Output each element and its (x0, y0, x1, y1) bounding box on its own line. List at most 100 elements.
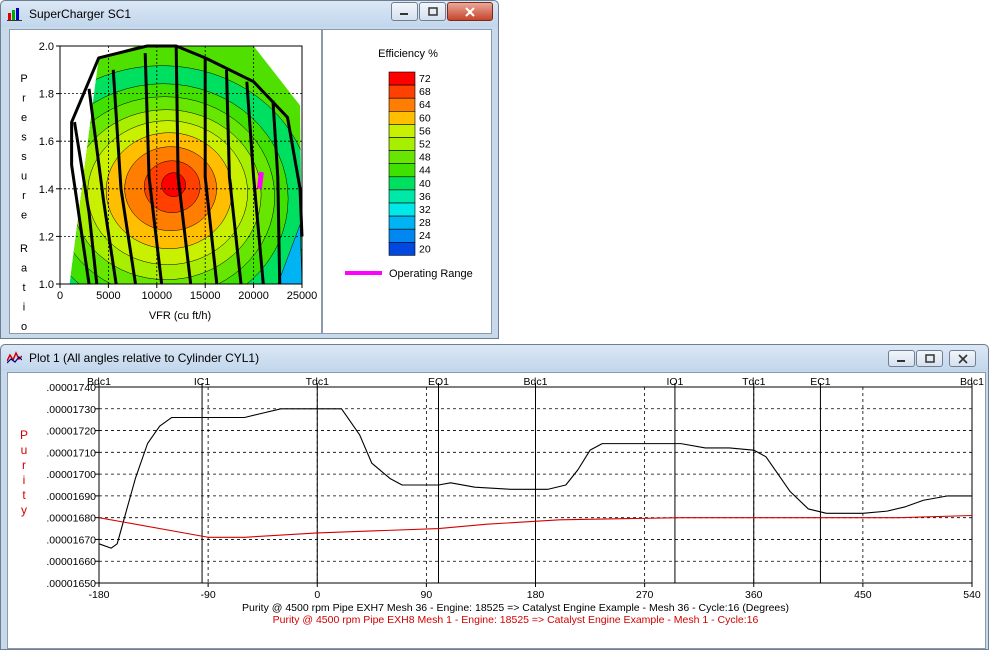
legend-label-24: 24 (419, 230, 431, 242)
event-label: Bdc1 (524, 376, 548, 388)
y-axis-label-letter: P (20, 73, 27, 85)
legend-title: Efficiency % (378, 48, 438, 60)
legend-label-40: 40 (419, 178, 431, 190)
series-legend-2: Purity @ 4500 rpm Pipe EXH8 Mesh 1 - Eng… (273, 614, 759, 626)
event-label: IC1 (194, 376, 211, 388)
x-tick-label: 180 (527, 589, 545, 601)
event-label: Tdc1 (742, 376, 766, 388)
restore-button[interactable] (419, 2, 446, 21)
restore-icon (427, 7, 438, 16)
legend-label-32: 32 (419, 204, 431, 216)
minimize-button[interactable] (391, 2, 418, 21)
plot-minimize-button[interactable] (888, 350, 915, 367)
event-label: EO1 (428, 376, 449, 388)
plot-window: Plot 1 (All angles relative to Cylinder … (0, 344, 989, 650)
legend-label-36: 36 (419, 191, 431, 203)
y-axis-label-letter: o (21, 321, 27, 333)
plot-app-icon (7, 351, 22, 364)
x-tick-label: 360 (745, 589, 763, 601)
y-tick-label: .00001690 (46, 491, 96, 503)
x-tick-label: 450 (854, 589, 872, 601)
legend-swatch-20 (388, 242, 416, 256)
x-tick-label: -90 (201, 589, 216, 601)
x-tick-label: 90 (421, 589, 433, 601)
y-axis-label-letter: e (21, 210, 27, 222)
y-tick-label: 1.6 (39, 136, 54, 148)
efficiency-contour-72 (161, 172, 186, 197)
y-tick-label: .00001730 (46, 404, 96, 416)
legend-swatch-72 (388, 71, 416, 86)
close-button[interactable] (447, 2, 493, 21)
efficiency-map-chart: Efficiency % Operating Range VFR (cu ft/… (20, 30, 473, 333)
x-axis-label: VFR (cu ft/h) (149, 310, 211, 322)
event-label: IO1 (666, 376, 683, 388)
legend-swatch-36 (388, 189, 416, 204)
legend-swatch-60 (388, 111, 416, 125)
x-tick-label: 20000 (238, 290, 269, 302)
supercharger-titlebar[interactable]: SuperCharger SC1 (1, 1, 498, 27)
y-axis-label-letter: t (22, 282, 25, 294)
close-icon (465, 6, 475, 17)
operating-range-marker (256, 171, 264, 190)
y-axis-label-letter: r (22, 93, 26, 105)
y-axis-label-letter: s (21, 132, 27, 144)
y-axis-label-letter: u (21, 443, 28, 457)
plot-restore-button[interactable] (916, 350, 943, 367)
legend-label-44: 44 (419, 165, 431, 177)
x-tick-label: 0 (57, 290, 63, 302)
x-tick-label: -180 (88, 589, 109, 601)
y-axis-label-letter: e (21, 112, 27, 124)
legend-label-64: 64 (419, 99, 431, 111)
legend-swatch-32 (388, 202, 416, 217)
legend-label-48: 48 (419, 152, 431, 164)
legend-swatch-52 (388, 137, 416, 151)
y-tick-label: 1.4 (39, 184, 54, 196)
purity-line-chart: .00001650.00001660.00001670.00001680.000… (20, 376, 984, 626)
y-axis-label-letter: u (21, 171, 27, 183)
y-axis-label-letter: R (20, 243, 28, 255)
supercharger-window: SuperCharger SC1 Efficiency % Operating … (0, 0, 499, 339)
supercharger-client: Efficiency % Operating Range VFR (cu ft/… (9, 29, 492, 334)
legend-label-28: 28 (419, 217, 431, 229)
legend-swatch-24 (388, 228, 416, 243)
close-icon (957, 353, 968, 364)
y-tick-label: 1.0 (39, 279, 54, 291)
legend-label-20: 20 (419, 243, 431, 255)
event-label: Bdc1 (87, 376, 111, 388)
plot-close-button[interactable] (949, 350, 976, 367)
event-label: Bdc1 (960, 376, 984, 388)
legend-label-60: 60 (419, 112, 431, 124)
minimize-icon (400, 13, 408, 15)
legend-label-72: 72 (419, 73, 431, 85)
x-tick-label: 0 (314, 589, 320, 601)
y-axis-label-letter: t (22, 488, 26, 502)
y-tick-label: .00001680 (46, 513, 96, 525)
series-legend-1: Purity @ 4500 rpm Pipe EXH7 Mesh 36 - En… (242, 602, 789, 614)
restore-icon (924, 354, 935, 363)
minimize-icon (897, 360, 905, 362)
x-tick-label: 540 (963, 589, 981, 601)
x-tick-label: 5000 (96, 290, 120, 302)
y-tick-label: 1.8 (39, 89, 54, 101)
x-tick-label: 15000 (190, 290, 221, 302)
legend-label-56: 56 (419, 125, 431, 137)
legend-label-52: 52 (419, 139, 431, 151)
supercharger-title: SuperCharger SC1 (29, 7, 132, 21)
legend-swatch-40 (388, 176, 416, 191)
y-tick-label: 1.2 (39, 231, 54, 243)
y-axis-label-letter: P (20, 428, 28, 442)
y-tick-label: .00001710 (46, 447, 96, 459)
y-axis-label-letter: a (21, 263, 28, 275)
legend-swatch-48 (388, 150, 416, 164)
x-tick-label: 10000 (142, 290, 173, 302)
plot-titlebar[interactable]: Plot 1 (All angles relative to Cylinder … (1, 345, 988, 371)
event-label: Tdc1 (306, 376, 330, 388)
y-tick-label: .00001720 (46, 426, 96, 438)
event-label: EC1 (810, 376, 831, 388)
y-tick-label: .00001700 (46, 469, 96, 481)
legend-swatch-56 (388, 124, 416, 138)
legend-label-68: 68 (419, 86, 431, 98)
legend-swatch-28 (388, 215, 416, 230)
y-tick-label: .00001670 (46, 534, 96, 546)
operating-range-label: Operating Range (389, 268, 473, 280)
